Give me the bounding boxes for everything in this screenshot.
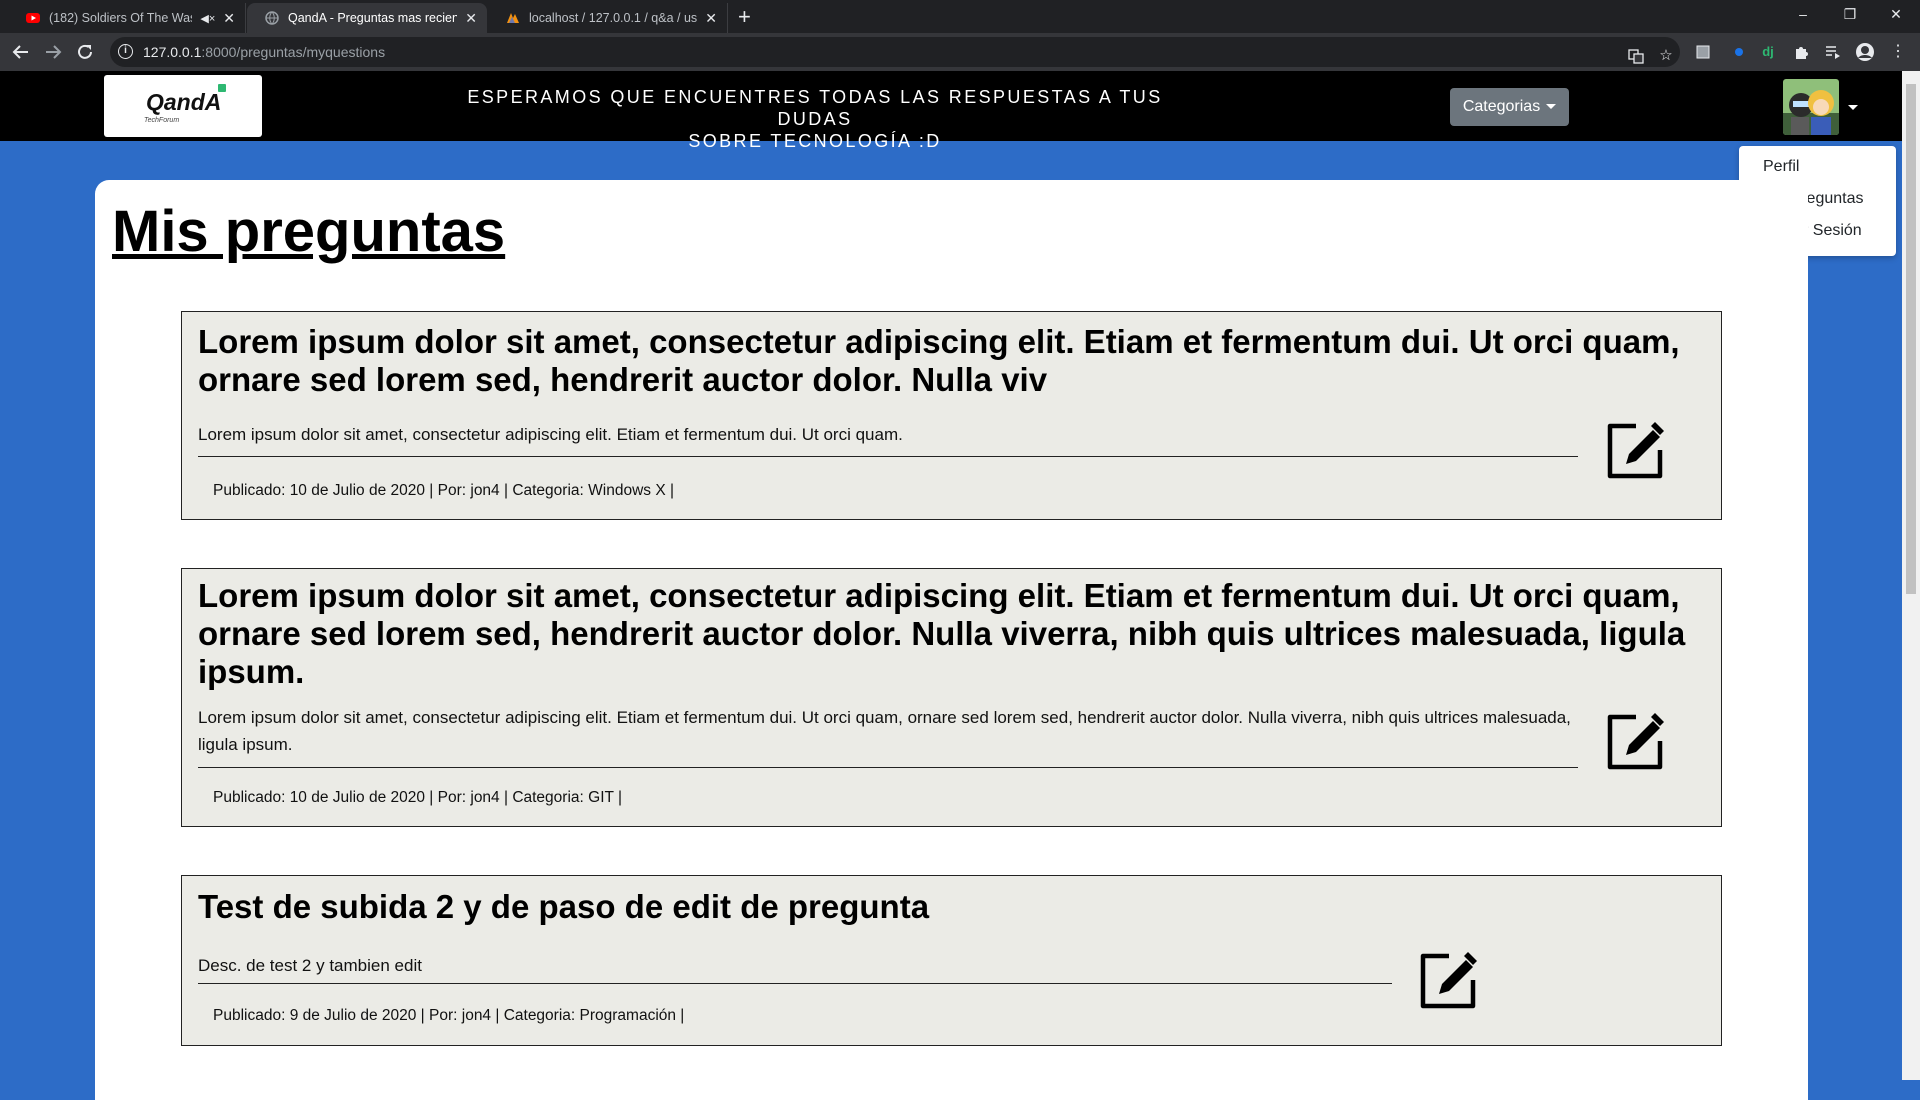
browser-tab-youtube[interactable]: (182) Soldiers Of The Wastel ◀× ✕ — [8, 3, 246, 33]
extension-square-icon[interactable] — [1694, 42, 1712, 62]
new-tab-button[interactable]: + — [738, 4, 751, 30]
question-card: Lorem ipsum dolor sit amet, consectetur … — [181, 568, 1722, 827]
question-divider — [198, 983, 1392, 984]
forward-button[interactable] — [40, 39, 66, 65]
page-scrollbar-thumb[interactable] — [1906, 84, 1916, 594]
site-info-icon[interactable]: i — [118, 44, 133, 59]
reload-button[interactable] — [72, 39, 98, 65]
question-title[interactable]: Lorem ipsum dolor sit amet, consectetur … — [198, 323, 1738, 399]
close-tab-icon[interactable]: ✕ — [465, 10, 477, 27]
edit-icon[interactable] — [1606, 713, 1664, 771]
categories-dropdown-button[interactable]: Categorias — [1450, 88, 1569, 126]
edit-icon[interactable] — [1606, 422, 1664, 480]
caret-down-icon — [1546, 104, 1557, 110]
question-meta: Publicado: 10 de Julio de 2020 | Por: jo… — [213, 789, 623, 806]
url-path: :8000/preguntas/myquestions — [201, 44, 386, 60]
avatar-image — [1783, 79, 1839, 135]
logo-badge-icon — [218, 84, 226, 92]
question-title[interactable]: Test de subida 2 y de paso de edit de pr… — [198, 888, 1598, 926]
question-description: Lorem ipsum dolor sit amet, consectetur … — [198, 425, 903, 444]
profile-icon[interactable] — [1853, 42, 1877, 62]
menu-item-perfil[interactable]: Perfil — [1763, 158, 1799, 176]
question-description: Desc. de test 2 y tambien edit — [198, 956, 422, 975]
categories-label: Categorias — [1462, 98, 1541, 115]
user-menu-caret-icon[interactable] — [1848, 99, 1858, 117]
question-divider — [198, 767, 1578, 768]
reload-icon — [78, 44, 92, 59]
puzzle-extensions-icon[interactable] — [1790, 42, 1812, 62]
page-title: Mis preguntas — [112, 199, 506, 264]
browser-tab-phpmyadmin[interactable]: localhost / 127.0.0.1 / q&a / usua ✕ — [488, 3, 728, 33]
site-tagline: ESPERAMOS QUE ENCUENTRES TODAS LAS RESPU… — [440, 86, 1190, 152]
speaker-muted-icon[interactable]: ◀× — [200, 12, 215, 25]
browser-menu-icon[interactable]: ⋮ — [1890, 42, 1906, 62]
phpmyadmin-icon — [507, 13, 519, 23]
browser-tab-strip: (182) Soldiers Of The Wastel ◀× ✕ QandA … — [0, 0, 1920, 33]
question-description: Lorem ipsum dolor sit amet, consectetur … — [198, 708, 1571, 754]
tab-label: localhost / 127.0.0.1 / q&a / usua — [529, 11, 698, 25]
logo-subtitle: TechForum — [144, 117, 180, 124]
django-extension-icon[interactable]: dj — [1757, 42, 1779, 62]
browser-toolbar: i 127.0.0.1:8000/preguntas/myquestions ☆… — [0, 33, 1920, 71]
question-divider — [198, 456, 1578, 457]
url-text[interactable]: 127.0.0.1:8000/preguntas/myquestions — [143, 44, 385, 60]
globe-icon — [265, 11, 279, 25]
tagline-line-1: ESPERAMOS QUE ENCUENTRES TODAS LAS RESPU… — [467, 87, 1163, 129]
translate-icon[interactable] — [1626, 46, 1646, 66]
edit-icon[interactable] — [1419, 952, 1477, 1010]
site-logo[interactable]: QandA TechForum — [104, 75, 262, 137]
avatar[interactable] — [1783, 79, 1839, 135]
media-queue-icon[interactable] — [1822, 42, 1844, 62]
question-meta: Publicado: 10 de Julio de 2020 | Por: jo… — [213, 482, 674, 499]
minimize-button[interactable]: – — [1780, 0, 1826, 30]
url-host: 127.0.0.1 — [143, 44, 202, 60]
star-bookmark-icon[interactable]: ☆ — [1656, 46, 1676, 66]
question-title[interactable]: Lorem ipsum dolor sit amet, consectetur … — [198, 577, 1718, 691]
address-bar[interactable]: i 127.0.0.1:8000/preguntas/myquestions ☆ — [110, 37, 1680, 67]
tab-label: QandA - Preguntas mas reciente — [288, 11, 458, 25]
restore-button[interactable]: ❐ — [1827, 0, 1873, 30]
close-tab-icon[interactable]: ✕ — [223, 10, 235, 27]
extension-dot-icon[interactable] — [1732, 42, 1746, 62]
browser-tab-qanda[interactable]: QandA - Preguntas mas reciente ✕ — [247, 3, 487, 33]
question-card: Test de subida 2 y de paso de edit de pr… — [181, 875, 1722, 1046]
close-window-button[interactable]: ✕ — [1873, 0, 1919, 30]
arrow-right-icon — [46, 45, 62, 59]
back-button[interactable] — [8, 39, 34, 65]
tab-label: (182) Soldiers Of The Wastel — [49, 11, 192, 25]
youtube-icon — [26, 13, 40, 23]
site-header: QandA TechForum ESPERAMOS QUE ENCUENTRES… — [0, 71, 1902, 151]
question-card: Lorem ipsum dolor sit amet, consectetur … — [181, 311, 1722, 520]
logo-text: QandA — [146, 89, 222, 115]
close-tab-icon[interactable]: ✕ — [705, 10, 717, 27]
tagline-line-2: SOBRE TECNOLOGÍA :D — [688, 131, 942, 151]
question-meta: Publicado: 9 de Julio de 2020 | Por: jon… — [213, 1007, 685, 1024]
arrow-left-icon — [12, 45, 28, 59]
